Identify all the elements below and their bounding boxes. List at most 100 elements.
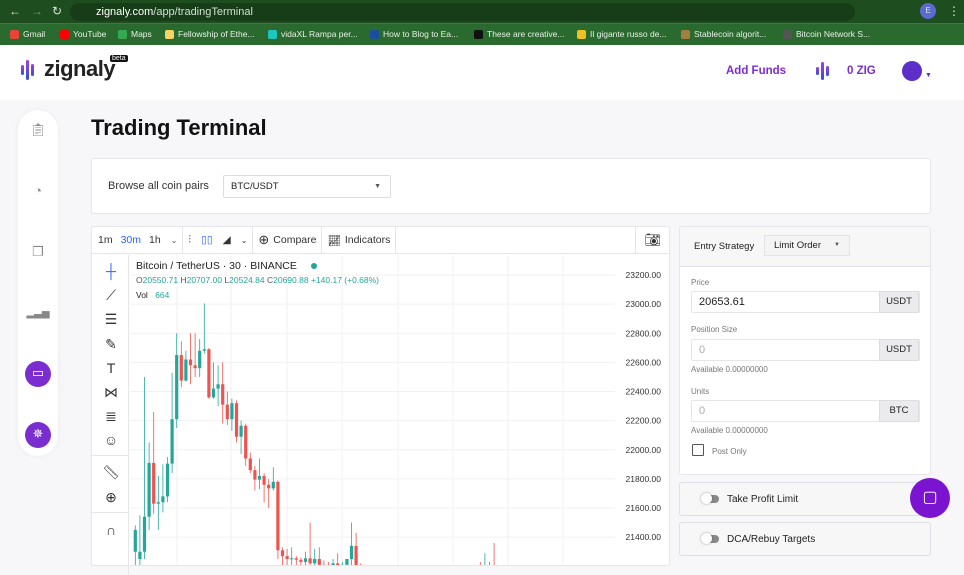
candle-body <box>198 351 201 368</box>
settings-icon[interactable]: ✵ <box>25 422 51 448</box>
plus-circle-icon: ⊕ <box>258 232 269 248</box>
bookmark-item[interactable]: Bitcoin Network S... <box>783 29 870 39</box>
bookmark-item[interactable]: These are creative... <box>474 29 564 39</box>
position-size-label: Position Size <box>691 325 737 334</box>
position-size-input[interactable]: 0USDT <box>691 339 920 361</box>
area-chart-type-icon[interactable]: ◢ <box>218 227 236 254</box>
position-size-available: Available 0.00000000 <box>691 365 768 374</box>
coin-pair-select[interactable]: BTC/USDT ▼ <box>223 175 391 198</box>
bookmark-item[interactable]: vidaXL Rampa per... <box>268 29 358 39</box>
interval-30m[interactable]: 30m <box>121 234 141 246</box>
position-size-placeholder: 0 <box>699 344 705 356</box>
candle-body <box>263 476 266 485</box>
candle-body <box>134 530 137 552</box>
back-icon[interactable]: ← <box>9 4 21 18</box>
bookmark-item[interactable]: Fellowship of Ethe... <box>165 29 255 39</box>
monitor-icon[interactable]: ▭ <box>25 361 51 387</box>
candle-body <box>230 403 233 419</box>
candle-body <box>148 463 151 517</box>
page-title: Trading Terminal <box>91 115 267 141</box>
candle-body <box>253 470 256 479</box>
trend-line-icon[interactable]: ⟋ <box>101 285 121 305</box>
chevron-down-icon[interactable]: ▼ <box>925 72 932 79</box>
chat-support-button[interactable]: ▢ <box>910 478 950 518</box>
horizontal-lines-icon[interactable]: ☰ <box>101 309 121 329</box>
chevron-down-icon: ▼ <box>834 236 840 255</box>
change-value: +140.17 (+0.68%) <box>311 275 379 285</box>
clipboard-icon[interactable]: 📋︎ <box>26 118 50 142</box>
units-available: Available 0.00000000 <box>691 426 768 435</box>
interval-dropdown-icon[interactable]: ⌄ <box>166 227 183 254</box>
bookmark-item[interactable]: How to Blog to Ea... <box>370 29 458 39</box>
chevron-down-icon: ▼ <box>374 176 381 197</box>
dca-toggle[interactable] <box>703 535 719 543</box>
bookmark-icon <box>577 30 586 39</box>
candle-chart-type-icon[interactable]: ▯▯ <box>196 227 218 254</box>
take-profit-section[interactable]: Take Profit Limit <box>679 482 931 516</box>
interval-1h[interactable]: 1h <box>149 234 161 246</box>
y-tick-label: 22600.00 <box>626 357 662 367</box>
bookmark-label: vidaXL Rampa per... <box>281 29 358 39</box>
zig-balance: 0 ZIG <box>847 65 876 77</box>
bar-chart-type-icon[interactable]: ⫶ <box>183 227 196 254</box>
signal-icon[interactable]: ▂▃▅ <box>26 302 50 326</box>
market-open-dot <box>311 263 317 269</box>
bookmark-icon <box>370 30 379 39</box>
bookmark-item[interactable]: Stablecoin algorit... <box>681 29 766 39</box>
forward-icon[interactable]: → <box>31 4 43 18</box>
reload-icon[interactable]: ↻ <box>52 4 62 18</box>
dca-section[interactable]: DCA/Rebuy Targets <box>679 522 931 556</box>
zoom-in-icon[interactable]: ⊕ <box>101 487 121 507</box>
bookmark-icon <box>60 30 69 39</box>
bookmark-label: Gmail <box>23 29 45 39</box>
post-only-checkbox[interactable] <box>692 444 704 456</box>
price-chart[interactable]: 23200.0023000.0022800.0022600.0022400.00… <box>130 255 670 565</box>
prediction-icon[interactable]: ≣ <box>101 406 121 426</box>
y-tick-label: 23000.00 <box>626 299 662 309</box>
magnet-icon[interactable]: ∩ <box>101 520 121 540</box>
compare-button[interactable]: ⊕Compare <box>253 227 321 254</box>
browser-toolbar: ← → ↻ zignaly.com/app/tradingTerminal E … <box>0 0 964 23</box>
entry-strategy-value: Limit Order <box>774 240 821 251</box>
menu-icon[interactable]: ⋮ <box>948 4 960 18</box>
crosshair-icon[interactable]: ┼ <box>101 261 121 281</box>
camera-icon[interactable]: 📷︎ <box>636 227 669 254</box>
address-bar[interactable]: zignaly.com/app/tradingTerminal <box>70 3 855 21</box>
candle-body <box>309 558 312 563</box>
pattern-icon[interactable]: ⋈ <box>101 382 121 402</box>
bookmark-item[interactable]: YouTube <box>60 29 106 39</box>
smiley-icon[interactable]: ☺ <box>101 430 121 450</box>
user-avatar-icon[interactable] <box>902 61 922 81</box>
candle-body <box>258 476 261 480</box>
bookmark-icon <box>268 30 277 39</box>
bookmark-item[interactable]: Gmail <box>10 29 45 39</box>
copy-icon[interactable]: ❐ <box>26 240 50 264</box>
indicators-button[interactable]: 📈︎Indicators <box>322 227 395 254</box>
post-only-label: Post Only <box>712 447 747 456</box>
bookmark-item[interactable]: Il gigante russo de... <box>577 29 667 39</box>
y-tick-label: 22200.00 <box>626 416 662 426</box>
open-value: 20550.71 <box>143 275 178 285</box>
ruler-icon[interactable]: 📏︎ <box>101 462 121 482</box>
add-funds-link[interactable]: Add Funds <box>726 65 786 77</box>
symbol-label: Bitcoin / TetherUS · 30 · BINANCE <box>136 260 297 272</box>
profile-avatar[interactable]: E <box>920 3 936 19</box>
bookmark-icon <box>474 30 483 39</box>
entry-strategy-select[interactable]: Limit Order ▼ <box>764 235 850 256</box>
bookmark-item[interactable]: Maps <box>118 29 152 39</box>
dca-label: DCA/Rebuy Targets <box>727 534 815 545</box>
candle-body <box>157 502 160 503</box>
units-placeholder: 0 <box>699 405 705 417</box>
text-icon[interactable]: T <box>101 358 121 378</box>
pie-chart-icon[interactable]: ◔ <box>26 179 50 203</box>
brush-icon[interactable]: ✎ <box>101 334 121 354</box>
chart-type-dropdown-icon[interactable]: ⌄ <box>236 227 253 254</box>
take-profit-toggle[interactable] <box>703 495 719 503</box>
candle-body <box>217 384 220 388</box>
interval-1m[interactable]: 1m <box>98 234 113 246</box>
low-value: 20524.84 <box>229 275 264 285</box>
indicators-icon: 📈︎ <box>327 234 340 247</box>
volume-legend: Vol 664 <box>136 290 169 300</box>
units-input[interactable]: 0BTC <box>691 400 920 422</box>
price-input[interactable]: 20653.61USDT <box>691 291 920 313</box>
